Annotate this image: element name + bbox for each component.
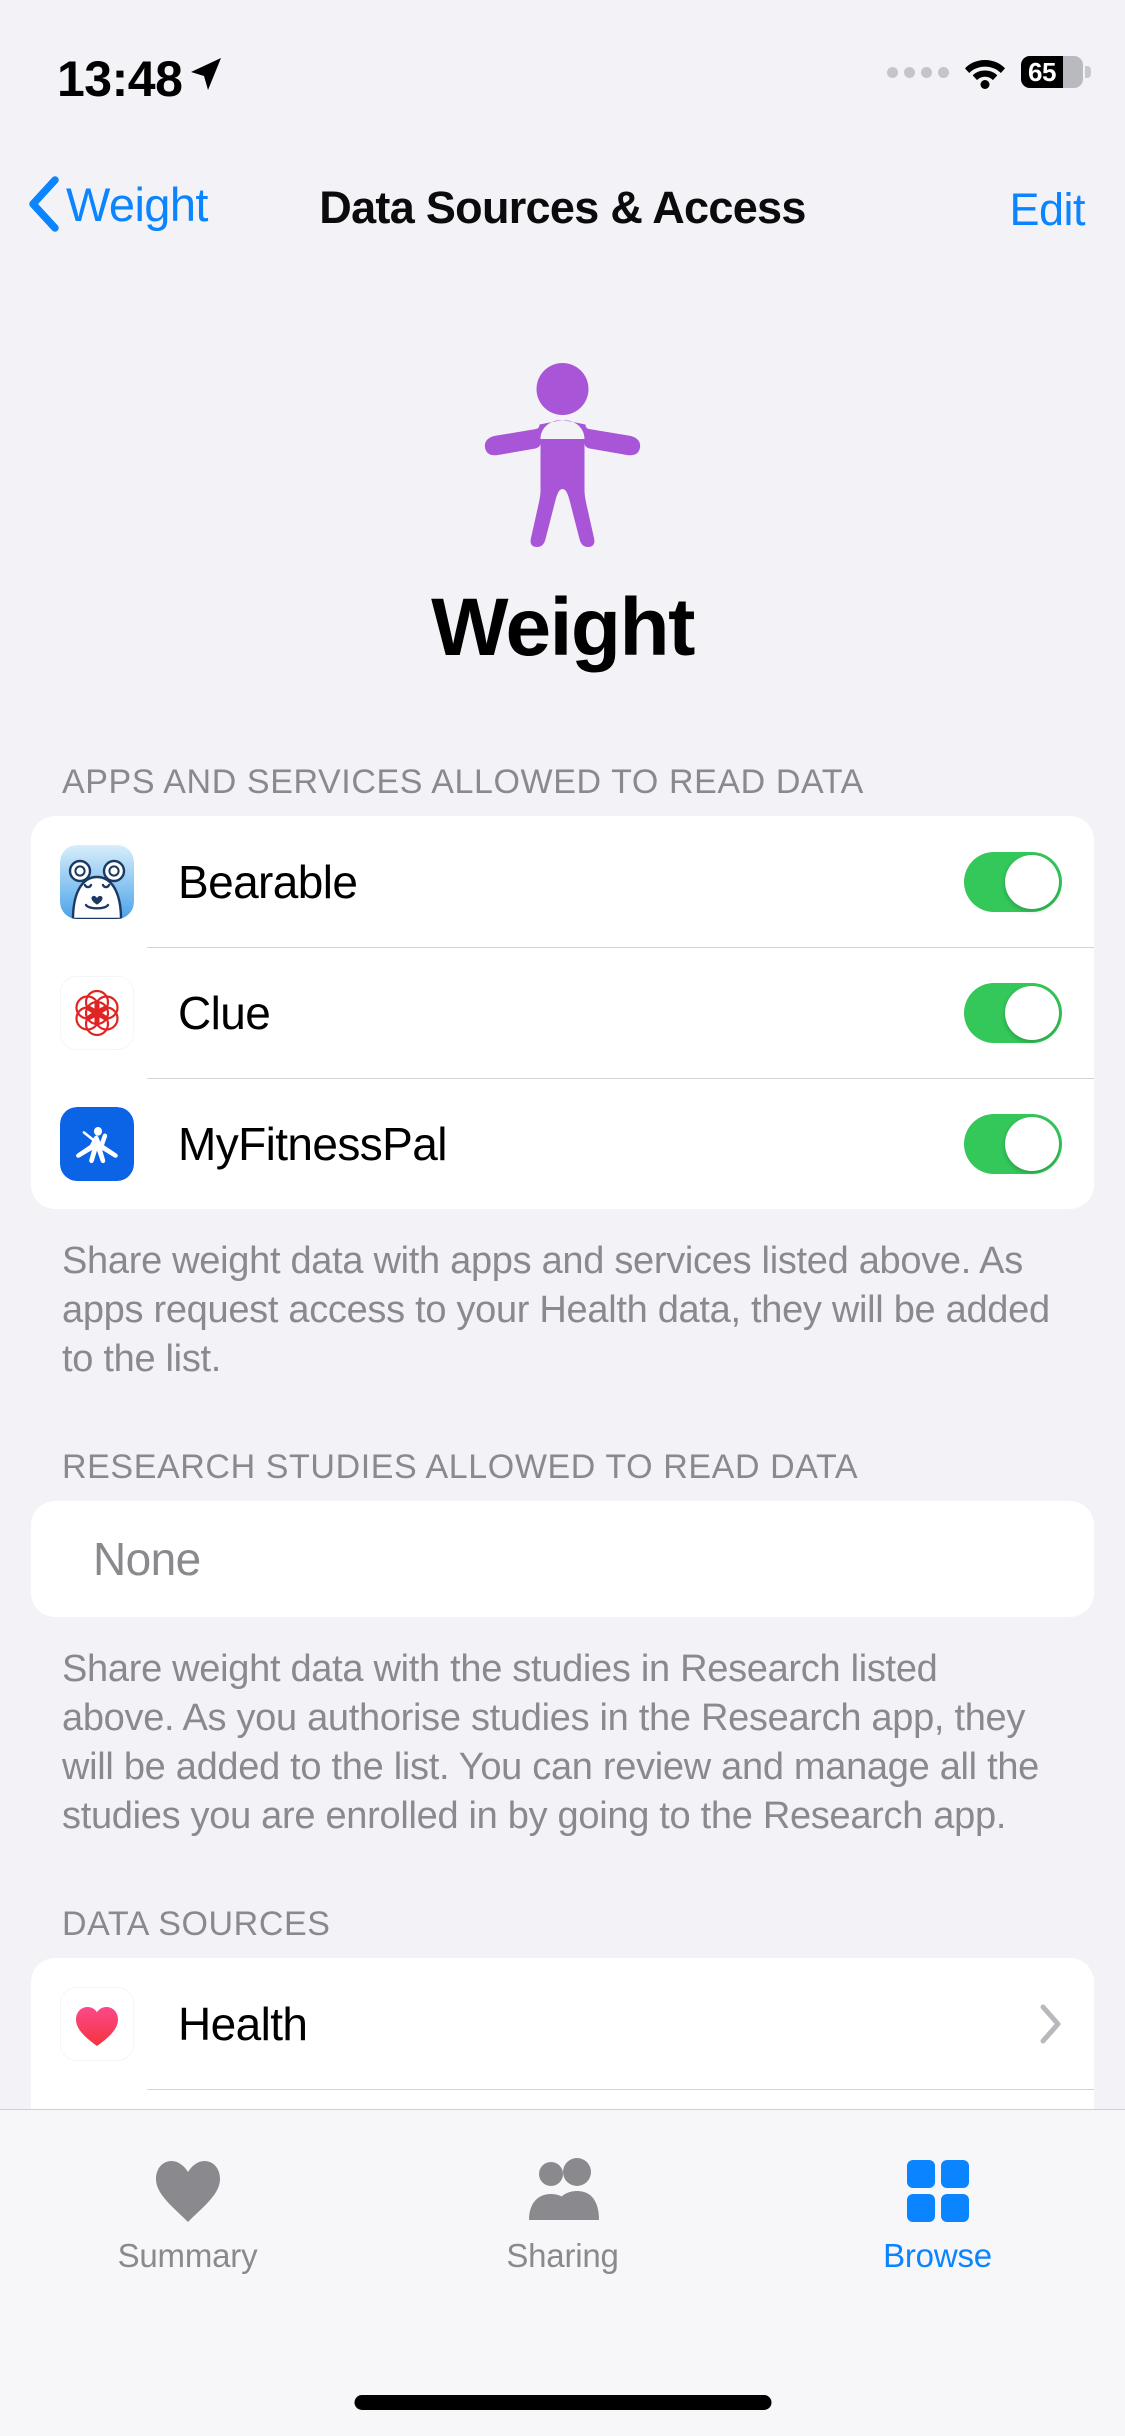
wifi-icon bbox=[965, 60, 1005, 89]
location-arrow-icon bbox=[191, 58, 221, 90]
research-empty-label: None bbox=[93, 1533, 201, 1585]
page-title: Data Sources & Access bbox=[319, 182, 806, 233]
battery-percent: 65 bbox=[1028, 56, 1056, 87]
edit-button[interactable]: Edit bbox=[1009, 184, 1085, 236]
clue-app-icon bbox=[60, 975, 134, 1050]
list-item-label: Bearable bbox=[178, 855, 358, 908]
scroll-content[interactable]: Weight APPS AND SERVICES ALLOWED TO READ… bbox=[0, 264, 1125, 2109]
list-item-clue[interactable]: Clue bbox=[31, 947, 1094, 1078]
tab-summary[interactable]: Summary bbox=[0, 2146, 375, 2275]
cellular-dots-icon bbox=[887, 66, 949, 78]
health-data-sources-screen: 13:48 65 Weight Data Sources & Access Ed… bbox=[0, 0, 1125, 2436]
tab-label: Browse bbox=[883, 2237, 992, 2274]
list-item-bearable[interactable]: Bearable bbox=[31, 816, 1094, 947]
list-item-partial[interactable] bbox=[31, 2089, 1094, 2109]
list-item-none: None bbox=[31, 1501, 1094, 1617]
list-item-myfitnesspal[interactable]: MyFitnessPal bbox=[31, 1078, 1094, 1209]
status-bar: 13:48 65 bbox=[0, 0, 1125, 150]
grid-squares-icon bbox=[905, 2146, 971, 2224]
battery-indicator: 65 bbox=[1021, 56, 1091, 88]
apps-footnote: Share weight data with apps and services… bbox=[62, 1240, 1050, 1380]
tab-bar: Summary Sharing Browse bbox=[0, 2109, 1125, 2436]
research-card: None bbox=[31, 1501, 1094, 1617]
section-header-data-sources: DATA SOURCES bbox=[62, 1905, 331, 1943]
data-sources-card: Health bbox=[31, 1958, 1094, 2109]
hero-section: Weight bbox=[0, 264, 1125, 675]
toggle-clue[interactable] bbox=[964, 982, 1062, 1043]
health-app-icon bbox=[60, 1986, 134, 2061]
people-icon bbox=[525, 2146, 601, 2224]
home-indicator bbox=[354, 2395, 771, 2410]
toggle-bearable[interactable] bbox=[964, 851, 1062, 912]
chevron-right-icon bbox=[1040, 2004, 1061, 2043]
tab-sharing[interactable]: Sharing bbox=[375, 2146, 750, 2275]
tab-label: Summary bbox=[117, 2237, 258, 2274]
tab-browse[interactable]: Browse bbox=[750, 2146, 1125, 2275]
hero-title: Weight bbox=[431, 582, 695, 673]
list-item-label: Clue bbox=[178, 986, 271, 1039]
navigation-bar: Weight Data Sources & Access Edit bbox=[0, 152, 1125, 264]
section-header-apps: APPS AND SERVICES ALLOWED TO READ DATA bbox=[62, 763, 864, 801]
list-item-health[interactable]: Health bbox=[31, 1958, 1094, 2089]
research-footnote: Share weight data with the studies in Re… bbox=[62, 1648, 1039, 1837]
toggle-myfitnesspal[interactable] bbox=[964, 1113, 1062, 1174]
apps-card: Bearable Clue MyFitnessPal bbox=[31, 816, 1094, 1209]
section-header-research: RESEARCH STUDIES ALLOWED TO READ DATA bbox=[62, 1448, 859, 1486]
bearable-app-icon bbox=[60, 844, 134, 919]
list-item-label: Health bbox=[178, 1997, 308, 2050]
body-figure-icon bbox=[484, 363, 641, 547]
tab-label: Sharing bbox=[506, 2237, 619, 2274]
status-bar-indicators: 65 bbox=[887, 52, 1091, 92]
status-bar-time: 13:48 bbox=[57, 51, 183, 107]
myfitnesspal-app-icon bbox=[60, 1106, 134, 1181]
list-item-label: MyFitnessPal bbox=[178, 1117, 447, 1170]
heart-icon bbox=[152, 2146, 224, 2224]
